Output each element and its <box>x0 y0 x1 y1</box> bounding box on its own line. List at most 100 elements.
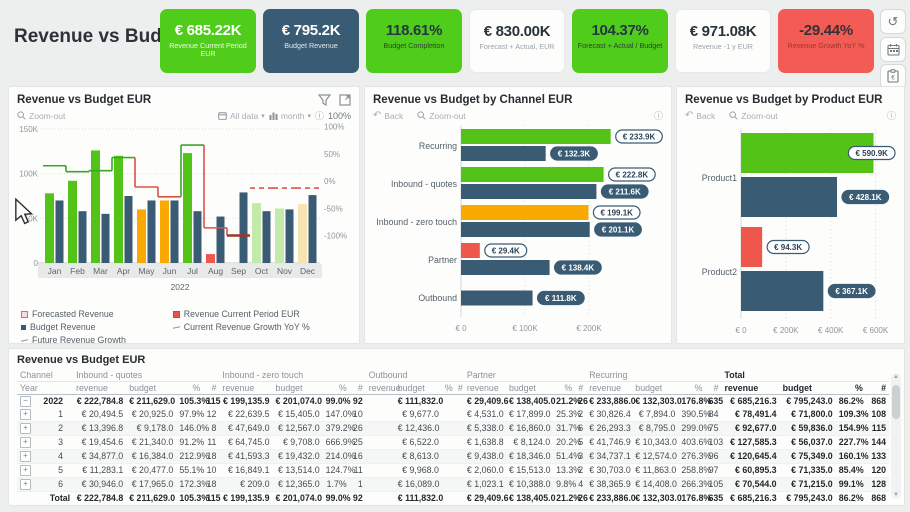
legend-swatch <box>172 325 180 329</box>
cell: € 5,338.0 <box>463 421 506 436</box>
column-header: # <box>349 381 366 395</box>
cell <box>441 421 455 436</box>
cell <box>455 395 464 409</box>
svg-text:Jun: Jun <box>163 266 177 276</box>
row-label-cell: +3 <box>17 435 74 450</box>
cell: € 71,215.0 <box>779 477 836 492</box>
legend-label: Budget Revenue <box>30 322 96 332</box>
cell: 115 <box>203 491 221 505</box>
back-label: Back <box>384 110 404 121</box>
cell: 25 <box>349 435 366 450</box>
row-label-cell: +1 <box>17 408 74 422</box>
info-icon[interactable]: ⓘ <box>315 109 324 122</box>
expand-icon[interactable] <box>339 94 351 106</box>
calendar-button[interactable] <box>880 37 906 62</box>
table-row-6[interactable]: +6 € 30,946.0 € 17,965.0 172.3% 18 € 209.0 € 1… <box>17 477 889 492</box>
cell: 276.3% <box>678 449 711 464</box>
scroll-down-icon[interactable]: ▼ <box>891 492 901 498</box>
svg-text:Recurring: Recurring <box>419 141 457 151</box>
cell: € 41,746.9 <box>586 435 633 450</box>
column-header: % <box>322 381 350 395</box>
expand-icon[interactable]: + <box>20 437 31 448</box>
revenue-bar-Inbound - zero touch <box>461 205 589 220</box>
cell: € 19,432.0 <box>272 449 323 464</box>
combo-chart[interactable]: 150K 100K 50K 0 100% 50% 0% -50% -100% Jan Feb Mar A… <box>17 123 353 301</box>
svg-text:Sep: Sep <box>231 266 246 276</box>
cell: € 12,365.0 <box>272 477 323 492</box>
filter-icon[interactable] <box>318 94 331 106</box>
svg-text:0%: 0% <box>324 177 336 186</box>
cell: € 17,965.0 <box>126 477 177 492</box>
info-icon[interactable]: ⓘ <box>887 109 896 122</box>
cell <box>441 435 455 450</box>
legend-item-budget-revenue[interactable]: Budget Revenue <box>21 322 173 332</box>
svg-text:€ 94.3K: € 94.3K <box>774 243 802 252</box>
cell: € 78,491.4 <box>721 408 780 422</box>
cell <box>454 408 464 422</box>
revenue-bar-May <box>137 209 146 263</box>
refresh-button[interactable]: ↺ <box>880 9 906 34</box>
granularity-dropdown[interactable]: month ▾ <box>269 111 311 121</box>
channel-bar-chart[interactable]: € 0 € 100K € 200K Recurring € 233.9K € 132.3K… <box>373 123 665 339</box>
expand-icon[interactable]: + <box>20 451 31 462</box>
cell <box>442 395 455 409</box>
cell: 12 <box>203 408 220 422</box>
cell: 115 <box>206 396 221 406</box>
table-row-4[interactable]: +4 € 34,877.0 € 16,384.0 212.9% 18 € 41,593.3… <box>17 449 889 464</box>
column-header-year: Year <box>17 381 74 395</box>
svg-text:Nov: Nov <box>277 266 293 276</box>
table-row-2[interactable]: +2 € 13,396.8 € 9,178.0 146.0% 8 € 47,649.0 € … <box>17 421 889 436</box>
column-header: budget <box>272 381 323 395</box>
legend-item-future-growth[interactable]: Future Revenue Growth <box>20 335 173 345</box>
legend-item-current-growth[interactable]: Current Revenue Growth YoY % <box>172 322 351 332</box>
kpi-card-revenue-current: € 685.22K Revenue Current Period EUR <box>160 9 256 73</box>
column-header: revenue <box>365 381 401 395</box>
collapse-icon[interactable]: − <box>20 396 31 407</box>
cell: 227.7% <box>835 435 869 450</box>
expand-icon[interactable]: + <box>20 409 31 420</box>
cell: 212.9% <box>176 449 209 464</box>
group-header: Outbound <box>365 370 464 382</box>
cell: € 20,477.0 <box>126 463 177 478</box>
zoom-out-control[interactable]: Zoom-out <box>729 111 778 121</box>
zoom-out-control[interactable]: Zoom-out <box>17 111 65 121</box>
svg-text:Feb: Feb <box>70 266 85 276</box>
product-bar-chart[interactable]: € 0 € 200K € 400K € 600K Product1 € 590.9K € 4… <box>685 123 896 339</box>
legend-item-forecasted-revenue[interactable]: Forecasted Revenue <box>21 309 173 319</box>
cell: 146.0% <box>176 421 209 436</box>
cell: € 201,074.0 <box>275 396 323 406</box>
table-row-1[interactable]: +1 € 20,494.5 € 20,925.0 97.9% 12 € 22,639.5 €… <box>17 408 889 422</box>
cell: € 120,645.4 <box>721 449 780 464</box>
row-label-cell: − 2022 <box>17 395 73 409</box>
expand-icon[interactable]: + <box>20 479 31 490</box>
expand-icon[interactable]: + <box>20 465 31 476</box>
table-scrollbar[interactable]: ▲ ▼ <box>891 373 901 499</box>
cell: € 211,629.0 <box>129 396 176 406</box>
info-icon[interactable]: ⓘ <box>654 109 663 122</box>
chart-legend: Forecasted Revenue Revenue Current Perio… <box>17 309 351 345</box>
back-control[interactable]: ↶ Back <box>685 110 715 121</box>
expand-icon[interactable]: + <box>20 423 31 434</box>
group-header: Recurring <box>586 370 722 382</box>
date-range-dropdown[interactable]: All data ▾ <box>218 111 265 121</box>
scrollbar-thumb[interactable] <box>892 385 900 419</box>
table-row-5[interactable]: +5 € 11,283.1 € 20,477.0 55.1% 10 € 16,849.1 €… <box>17 463 889 478</box>
cell: € 12,574.0 <box>632 449 679 464</box>
legend-swatch <box>172 310 180 318</box>
cell: 266.3% <box>678 477 711 492</box>
legend-item-revenue-current[interactable]: Revenue Current Period EUR <box>172 309 351 319</box>
back-control[interactable]: ↶ Back <box>373 110 403 121</box>
svg-text:Inbound - quotes: Inbound - quotes <box>391 179 458 189</box>
cell: 86.2% <box>838 396 864 406</box>
zoom-out-control[interactable]: Zoom-out <box>417 111 466 121</box>
scroll-up-icon[interactable]: ▲ <box>891 374 901 380</box>
table-row-Total[interactable]: Total € 222,784.8 € 211,629.0 105.3% 115 € 19… <box>17 491 889 505</box>
row-label-cell: +2 <box>17 421 74 436</box>
table-row-2022[interactable]: − 2022 € 222,784.8 € 211,629.0 105.3% 115 € 19… <box>17 395 889 409</box>
calendar-icon <box>218 112 227 120</box>
kpi-label: Forecast + Actual / Budget <box>577 41 663 50</box>
legend-swatch <box>21 310 28 318</box>
magnifier-icon <box>729 111 738 120</box>
svg-text:150K: 150K <box>19 125 38 134</box>
table-row-3[interactable]: +3 € 19,454.6 € 21,340.0 91.2% 11 € 64,745.0 €… <box>17 435 889 450</box>
